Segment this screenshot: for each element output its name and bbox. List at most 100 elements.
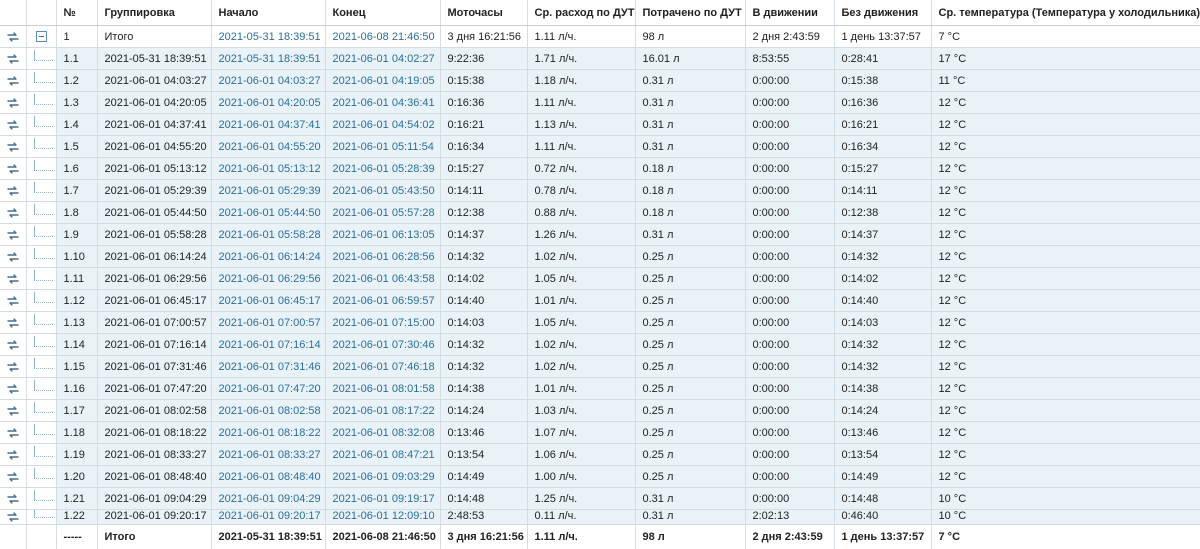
row-action-cell[interactable]	[0, 421, 27, 444]
cell-end-link[interactable]: 2021-06-01 08:47:21	[325, 443, 441, 466]
column-header-group[interactable]: Группировка	[97, 0, 212, 26]
cell-end-link[interactable]: 2021-06-01 05:43:50	[325, 179, 441, 202]
cell-end-link[interactable]: 2021-06-01 06:59:57	[325, 289, 441, 312]
table-row[interactable]: 1.13 2021-06-01 07:00:57 2021-06-01 07:0…	[0, 311, 1200, 334]
cell-end-link[interactable]: 2021-06-01 04:19:05	[325, 69, 441, 92]
row-action-cell[interactable]	[0, 25, 27, 48]
cell-start-link[interactable]: 2021-06-01 07:47:20	[211, 377, 326, 400]
row-action-cell[interactable]	[0, 487, 27, 510]
cell-start-link[interactable]: 2021-06-01 04:20:05	[211, 91, 326, 114]
cell-end-link[interactable]: 2021-06-01 06:13:05	[325, 223, 441, 246]
column-header-spent[interactable]: Потрачено по ДУТ	[635, 0, 746, 26]
cell-end-link[interactable]: 2021-06-01 07:15:00	[325, 311, 441, 334]
cell-end-link[interactable]: 2021-06-01 09:19:17	[325, 487, 441, 510]
table-row[interactable]: 1.5 2021-06-01 04:55:20 2021-06-01 04:55…	[0, 135, 1200, 158]
sync-arrows-icon[interactable]	[6, 96, 20, 110]
cell-start-link[interactable]: 2021-06-01 06:45:17	[211, 289, 326, 312]
sync-arrows-icon[interactable]	[6, 426, 20, 440]
row-action-cell[interactable]	[0, 289, 27, 312]
cell-start-link[interactable]: 2021-06-01 05:58:28	[211, 223, 326, 246]
sync-arrows-icon[interactable]	[6, 510, 20, 524]
cell-start-link[interactable]: 2021-06-01 08:33:27	[211, 443, 326, 466]
cell-end-link[interactable]: 2021-06-01 05:11:54	[325, 135, 441, 158]
table-row[interactable]: 1.4 2021-06-01 04:37:41 2021-06-01 04:37…	[0, 113, 1200, 136]
column-header-idle[interactable]: Без движения	[834, 0, 932, 26]
total-group-row[interactable]: 1 Итого 2021-05-31 18:39:51 2021-06-08 2…	[0, 25, 1200, 48]
row-action-cell[interactable]	[0, 201, 27, 224]
collapse-minus-icon[interactable]	[35, 31, 47, 43]
cell-end-link[interactable]: 2021-06-01 07:46:18	[325, 355, 441, 378]
cell-start-link[interactable]: 2021-05-31 18:39:51	[211, 47, 326, 70]
cell-start-link[interactable]: 2021-06-01 09:04:29	[211, 487, 326, 510]
column-header-temperature[interactable]: Ср. температура (Температура у холодильн…	[931, 0, 1200, 26]
table-row[interactable]: 1.17 2021-06-01 08:02:58 2021-06-01 08:0…	[0, 399, 1200, 422]
cell-end-link[interactable]: 2021-06-01 08:32:08	[325, 421, 441, 444]
column-header-start[interactable]: Начало	[211, 0, 326, 26]
cell-end-link[interactable]: 2021-06-01 06:43:58	[325, 267, 441, 290]
row-action-cell[interactable]	[0, 91, 27, 114]
row-action-cell[interactable]	[0, 47, 27, 70]
table-row[interactable]: 1.16 2021-06-01 07:47:20 2021-06-01 07:4…	[0, 377, 1200, 400]
row-action-cell[interactable]	[0, 113, 27, 136]
table-row[interactable]: 1.20 2021-06-01 08:48:40 2021-06-01 08:4…	[0, 465, 1200, 488]
table-row[interactable]: 1.1 2021-05-31 18:39:51 2021-05-31 18:39…	[0, 47, 1200, 70]
sync-arrows-icon[interactable]	[6, 382, 20, 396]
row-action-cell[interactable]	[0, 157, 27, 180]
sync-arrows-icon[interactable]	[6, 294, 20, 308]
cell-start-link[interactable]: 2021-06-01 05:44:50	[211, 201, 326, 224]
sync-arrows-icon[interactable]	[6, 448, 20, 462]
sync-arrows-icon[interactable]	[6, 162, 20, 176]
sync-arrows-icon[interactable]	[6, 140, 20, 154]
sync-arrows-icon[interactable]	[6, 316, 20, 330]
sync-arrows-icon[interactable]	[6, 272, 20, 286]
cell-end-link[interactable]: 2021-06-01 05:57:28	[325, 201, 441, 224]
sync-arrows-icon[interactable]	[6, 52, 20, 66]
column-header-avg-rate[interactable]: Ср. расход по ДУТ	[527, 0, 636, 26]
sync-arrows-icon[interactable]	[6, 404, 20, 418]
cell-start-link[interactable]: 2021-06-01 05:29:39	[211, 179, 326, 202]
sync-arrows-icon[interactable]	[6, 184, 20, 198]
row-action-cell[interactable]	[0, 509, 27, 525]
sync-arrows-icon[interactable]	[6, 118, 20, 132]
row-action-cell[interactable]	[0, 355, 27, 378]
sync-arrows-icon[interactable]	[6, 74, 20, 88]
cell-start-link[interactable]: 2021-06-01 08:18:22	[211, 421, 326, 444]
row-action-cell[interactable]	[0, 333, 27, 356]
table-row[interactable]: 1.3 2021-06-01 04:20:05 2021-06-01 04:20…	[0, 91, 1200, 114]
cell-start-link[interactable]: 2021-06-01 04:55:20	[211, 135, 326, 158]
cell-end-link[interactable]: 2021-06-01 04:02:27	[325, 47, 441, 70]
cell-start-link[interactable]: 2021-06-01 06:29:56	[211, 267, 326, 290]
cell-start-link[interactable]: 2021-06-01 04:37:41	[211, 113, 326, 136]
table-row[interactable]: 1.8 2021-06-01 05:44:50 2021-06-01 05:44…	[0, 201, 1200, 224]
row-action-cell[interactable]	[0, 223, 27, 246]
cell-end-link[interactable]: 2021-06-01 04:54:02	[325, 113, 441, 136]
cell-start-link[interactable]: 2021-06-01 09:20:17	[211, 509, 326, 525]
row-action-cell[interactable]	[0, 399, 27, 422]
row-action-cell[interactable]	[0, 311, 27, 334]
sync-arrows-icon[interactable]	[6, 30, 20, 44]
table-row[interactable]: 1.12 2021-06-01 06:45:17 2021-06-01 06:4…	[0, 289, 1200, 312]
table-row[interactable]: 1.2 2021-06-01 04:03:27 2021-06-01 04:03…	[0, 69, 1200, 92]
cell-end-link[interactable]: 2021-06-01 08:17:22	[325, 399, 441, 422]
table-row[interactable]: 1.21 2021-06-01 09:04:29 2021-06-01 09:0…	[0, 487, 1200, 510]
cell-end-link[interactable]: 2021-06-01 06:28:56	[325, 245, 441, 268]
table-row[interactable]: 1.19 2021-06-01 08:33:27 2021-06-01 08:3…	[0, 443, 1200, 466]
table-row[interactable]: 1.14 2021-06-01 07:16:14 2021-06-01 07:1…	[0, 333, 1200, 356]
cell-start-link[interactable]: 2021-06-01 05:13:12	[211, 157, 326, 180]
column-header-moving[interactable]: В движении	[745, 0, 835, 26]
table-row[interactable]: 1.11 2021-06-01 06:29:56 2021-06-01 06:2…	[0, 267, 1200, 290]
sync-arrows-icon[interactable]	[6, 338, 20, 352]
table-row[interactable]: 1.9 2021-06-01 05:58:28 2021-06-01 05:58…	[0, 223, 1200, 246]
cell-end-link[interactable]: 2021-06-01 07:30:46	[325, 333, 441, 356]
sync-arrows-icon[interactable]	[6, 250, 20, 264]
row-action-cell[interactable]	[0, 245, 27, 268]
table-row[interactable]: 1.10 2021-06-01 06:14:24 2021-06-01 06:1…	[0, 245, 1200, 268]
cell-start-link[interactable]: 2021-05-31 18:39:51	[211, 25, 326, 48]
sync-arrows-icon[interactable]	[6, 228, 20, 242]
cell-start-link[interactable]: 2021-06-01 08:48:40	[211, 465, 326, 488]
sync-arrows-icon[interactable]	[6, 360, 20, 374]
column-header-motohours[interactable]: Моточасы	[440, 0, 528, 26]
table-row[interactable]: 1.22 2021-06-01 09:20:17 2021-06-01 09:2…	[0, 509, 1200, 525]
cell-start-link[interactable]: 2021-06-01 06:14:24	[211, 245, 326, 268]
cell-end-link[interactable]: 2021-06-01 05:28:39	[325, 157, 441, 180]
